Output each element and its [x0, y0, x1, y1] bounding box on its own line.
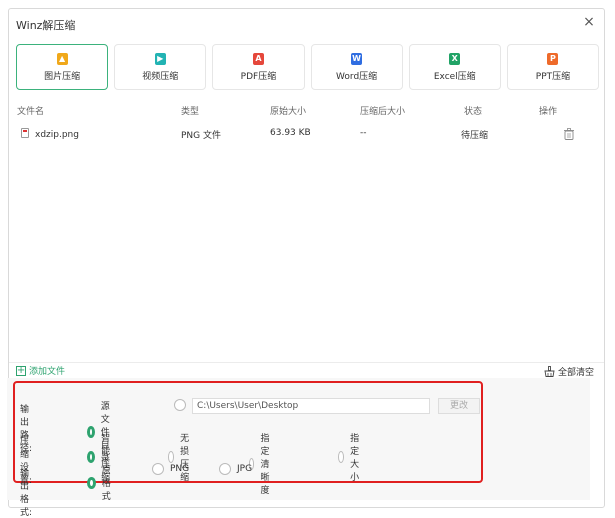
divider: [9, 362, 604, 363]
radio-dot: [219, 463, 231, 475]
word-icon: W: [351, 52, 363, 65]
radio-png[interactable]: PNG: [152, 463, 189, 475]
broom-icon: [544, 366, 555, 377]
title-bar: Winz解压缩 ×: [9, 9, 604, 39]
radio-label: 无损压缩: [180, 434, 190, 483]
compress-type-tabs: ▲ 图片压缩 ▶ 视频压缩 A PDF压缩 W Word压缩 X Excel压缩…: [16, 44, 600, 90]
tab-label: PPT压缩: [535, 71, 571, 82]
col-action: 操作: [539, 107, 558, 117]
video-icon: ▶: [154, 52, 166, 65]
orig-size-cell: 63.93 KB: [270, 128, 311, 138]
output-format-label: 输出格式:: [20, 469, 33, 518]
radio-original-format[interactable]: 原格式: [87, 463, 114, 502]
radio-dot: [174, 399, 186, 411]
col-orig-size: 原始大小: [270, 107, 307, 117]
output-path-field[interactable]: C:\Users\User\Desktop: [192, 398, 430, 414]
clear-all-label: 全部清空: [557, 368, 594, 378]
radio-dot: [87, 476, 96, 489]
radio-dot: [152, 463, 164, 475]
radio-specify-clarity[interactable]: 指定清晰度: [249, 431, 276, 496]
tab-image-compress[interactable]: ▲ 图片压缩: [16, 44, 109, 90]
file-icon: [21, 128, 29, 138]
image-icon: ▲: [56, 52, 68, 65]
ppt-icon: P: [547, 52, 559, 65]
add-file-label: 添加文件: [29, 367, 66, 377]
col-type: 类型: [181, 107, 200, 117]
radio-dot: [168, 451, 175, 463]
tab-ppt-compress[interactable]: P PPT压缩: [506, 44, 600, 90]
tab-label: 视频压缩: [142, 71, 179, 82]
col-filename: 文件名: [17, 107, 45, 117]
tab-video-compress[interactable]: ▶ 视频压缩: [114, 44, 207, 90]
radio-specify-size[interactable]: 指定大小: [338, 431, 365, 483]
radio-label: 指定清晰度: [260, 434, 270, 496]
radio-label: 原格式: [101, 466, 111, 502]
radio-dot: [87, 451, 96, 463]
plus-icon: +: [16, 364, 26, 376]
status-cell: 待压缩: [461, 131, 489, 141]
tab-label: 图片压缩: [44, 71, 81, 82]
close-icon[interactable]: ×: [580, 13, 598, 31]
radio-jpg[interactable]: JPG: [219, 463, 252, 475]
table-row[interactable]: xdzip.png PNG 文件 63.93 KB -- 待压缩: [9, 128, 604, 148]
add-file-button[interactable]: + 添加文件: [16, 364, 65, 377]
change-path-button[interactable]: 更改: [438, 398, 480, 414]
tab-pdf-compress[interactable]: A PDF压缩: [212, 44, 305, 90]
radio-dot: [338, 451, 345, 463]
radio-label: JPG: [237, 464, 253, 474]
radio-custom-path[interactable]: [174, 399, 186, 411]
table-header: 文件名 类型 原始大小 压缩后大小 状态 操作: [9, 104, 604, 120]
tab-label: Word压缩: [336, 71, 378, 82]
new-size-cell: --: [360, 128, 367, 138]
file-type-cell: PNG 文件: [181, 131, 221, 141]
window-title: Winz解压缩: [16, 19, 76, 32]
radio-lossless-compress[interactable]: 无损压缩: [168, 431, 195, 483]
file-name-cell: xdzip.png: [21, 128, 79, 140]
pdf-icon: A: [252, 52, 264, 65]
col-new-size: 压缩后大小: [360, 107, 406, 117]
radio-label: PNG: [170, 464, 190, 474]
tab-excel-compress[interactable]: X Excel压缩: [408, 44, 501, 90]
file-name: xdzip.png: [35, 130, 79, 140]
tab-word-compress[interactable]: W Word压缩: [310, 44, 403, 90]
tab-label: PDF压缩: [240, 71, 277, 82]
col-status: 状态: [464, 107, 483, 117]
excel-icon: X: [449, 52, 461, 65]
clear-all-button[interactable]: 全部清空: [544, 365, 594, 378]
trash-icon[interactable]: [564, 128, 574, 140]
radio-label: 指定大小: [350, 434, 360, 483]
tab-label: Excel压缩: [433, 71, 476, 82]
